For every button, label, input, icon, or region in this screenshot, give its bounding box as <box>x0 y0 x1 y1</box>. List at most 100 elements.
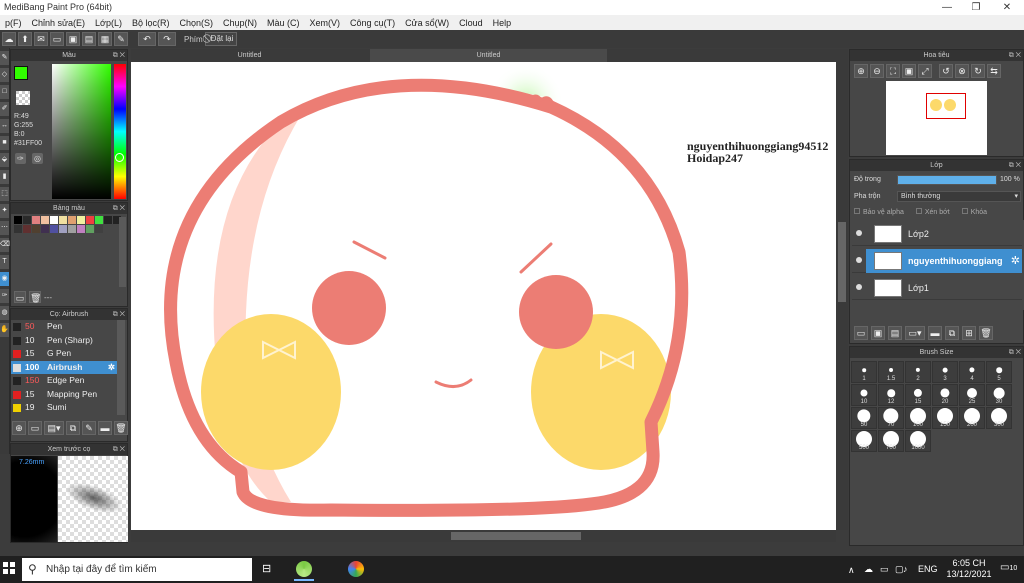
swatch[interactable] <box>68 216 76 224</box>
brush-size-cell[interactable]: 1 <box>851 361 877 383</box>
swatch[interactable] <box>104 216 112 224</box>
delete-layer-icon[interactable]: 🗑 <box>979 326 993 340</box>
upload-icon[interactable]: ⬆ <box>18 32 32 46</box>
swatch[interactable] <box>95 216 103 224</box>
zoom-out-icon[interactable]: ⊖ <box>870 64 884 78</box>
swatch[interactable] <box>50 225 58 233</box>
menu-edit[interactable]: Chỉnh sửa(E) <box>27 18 91 28</box>
hue-handle[interactable] <box>115 153 124 162</box>
brush-size-cell[interactable]: 300 <box>986 407 1012 429</box>
tray-cloud-icon[interactable]: ☁ <box>864 564 873 575</box>
brush-size-cell[interactable]: 150 <box>932 407 958 429</box>
lock-checkbox[interactable]: Khóa <box>961 208 987 216</box>
swatch[interactable] <box>23 216 31 224</box>
brush-list-item[interactable]: 15 Mapping Pen <box>11 388 117 401</box>
medibang-app-icon[interactable] <box>296 561 312 577</box>
menu-select[interactable]: Chọn(S) <box>174 18 218 28</box>
fullscreen-icon[interactable]: ⤢ <box>918 64 932 78</box>
brush-size-cell[interactable]: 200 <box>959 407 985 429</box>
navigator-thumbnail[interactable] <box>886 81 987 155</box>
brush-add-icon[interactable]: ⊕ <box>12 421 26 435</box>
new-layer-icon[interactable]: ▭ <box>854 326 868 340</box>
new-halftone-layer-icon[interactable]: ▣ <box>871 326 885 340</box>
clipping-checkbox[interactable]: Xén bớt <box>915 208 950 216</box>
panel-close-icon[interactable]: ⧉ ✕ <box>113 309 125 320</box>
minimize-icon[interactable]: — <box>932 0 962 15</box>
menu-help[interactable]: Help <box>488 18 517 28</box>
brush-size-cell[interactable]: 20 <box>932 384 958 406</box>
swatch[interactable] <box>32 216 40 224</box>
windows-start-icon[interactable] <box>3 562 15 574</box>
layer-settings-icon[interactable]: ✲ <box>1011 254 1020 267</box>
brush-size-cell[interactable]: 12 <box>878 384 904 406</box>
language-indicator[interactable]: ENG <box>918 564 938 574</box>
swatch[interactable] <box>41 216 49 224</box>
eye-icon[interactable] <box>856 257 862 263</box>
brush-size-cell[interactable]: 1000 <box>905 430 931 452</box>
brush-delete-icon[interactable]: 🗑 <box>114 421 128 435</box>
swatch[interactable] <box>86 216 94 224</box>
brush-size-cell[interactable]: 4 <box>959 361 985 383</box>
restore-icon[interactable]: ❐ <box>961 0 991 15</box>
panel-close-icon[interactable]: ⧉ ✕ <box>1009 50 1021 61</box>
brush-edit-icon[interactable]: ✎ <box>82 421 96 435</box>
brush-list-item[interactable]: 19 Sumi <box>11 401 117 414</box>
panel-icon[interactable]: ▤ <box>82 32 96 46</box>
panel-close-icon[interactable]: ⧉ ✕ <box>113 50 125 61</box>
panel-close-icon[interactable]: ⧉ ✕ <box>1009 347 1021 358</box>
brush-list-item[interactable]: 150 Edge Pen <box>11 374 117 387</box>
notification-icon[interactable]: ▭10 <box>1000 562 1017 573</box>
delete-palette-icon[interactable]: 🗑 <box>29 291 41 303</box>
brush-size-cell[interactable]: 30 <box>986 384 1012 406</box>
swatch[interactable] <box>41 225 49 233</box>
lasso-tool-icon[interactable]: ⋯ <box>0 221 9 235</box>
brush-copy-icon[interactable]: ⧉ <box>66 421 80 435</box>
reset-button[interactable]: ⃠ Đặt lại <box>204 32 238 46</box>
swatch[interactable] <box>77 225 85 233</box>
brush-size-cell[interactable]: 2 <box>905 361 931 383</box>
brush-size-cell[interactable]: 500 <box>851 430 877 452</box>
airbrush-tool-icon[interactable]: ◉ <box>0 272 9 286</box>
opacity-slider[interactable] <box>897 175 997 185</box>
shape-tool-icon[interactable]: ■ <box>0 136 9 150</box>
menu-tools[interactable]: Công cụ(T) <box>345 18 400 28</box>
brush-size-cell[interactable]: 25 <box>959 384 985 406</box>
drawing-canvas[interactable]: nguyenthihuonggiang94512 Hoidap247 <box>131 62 836 530</box>
settings-icon[interactable]: ✎ <box>114 32 128 46</box>
swatch[interactable] <box>77 216 85 224</box>
zoom-in-icon[interactable]: ⊕ <box>854 64 868 78</box>
duplicate-layer-icon[interactable]: ⧉ <box>945 326 959 340</box>
brush-new-icon[interactable]: ▭ <box>28 421 42 435</box>
wand-tool-icon[interactable]: ✦ <box>0 204 9 218</box>
brush-size-cell[interactable]: 10 <box>851 384 877 406</box>
brush-folder-icon[interactable]: ▬ <box>98 421 112 435</box>
brush-size-cell[interactable]: 100 <box>905 407 931 429</box>
fit-icon[interactable]: ⛶ <box>886 64 900 78</box>
brush-size-cell[interactable]: 700 <box>878 430 904 452</box>
tab-untitled-1[interactable]: Untitled <box>131 49 368 62</box>
brush-list-item[interactable]: 100 Airbrush ✲ <box>11 360 117 374</box>
brush-size-cell[interactable]: 50 <box>851 407 877 429</box>
brush-size-cell[interactable]: 15 <box>905 384 931 406</box>
rect-tool-icon[interactable]: □ <box>0 85 9 99</box>
swatch[interactable] <box>95 225 103 233</box>
battery-icon[interactable]: ▭ <box>880 564 889 575</box>
swatch[interactable] <box>23 225 31 233</box>
palette-icon[interactable]: ◎ <box>32 153 43 164</box>
swatch[interactable] <box>59 225 67 233</box>
swatch[interactable] <box>50 216 58 224</box>
swatch[interactable] <box>32 225 40 233</box>
menu-cloud[interactable]: Cloud <box>454 18 488 28</box>
layer-folder-icon[interactable]: ▬ <box>928 326 942 340</box>
menu-filter[interactable]: Bộ lọc(R) <box>127 18 175 28</box>
layer-row[interactable]: Lớp2 <box>852 222 1022 246</box>
actual-size-icon[interactable]: ▣ <box>902 64 916 78</box>
move-tool-icon[interactable]: ◇ <box>0 68 9 82</box>
transparent-swatch[interactable] <box>16 91 30 105</box>
eye-icon[interactable] <box>856 230 862 236</box>
clock[interactable]: 6:05 CH 13/12/2021 <box>946 558 992 580</box>
canvas-horizontal-scrollbar[interactable] <box>131 530 836 542</box>
arrow-tool-icon[interactable]: ↔ <box>0 119 9 133</box>
pencil-tool-icon[interactable]: ✎ <box>0 51 9 65</box>
new-8bit-layer-icon[interactable]: ▤ <box>888 326 902 340</box>
